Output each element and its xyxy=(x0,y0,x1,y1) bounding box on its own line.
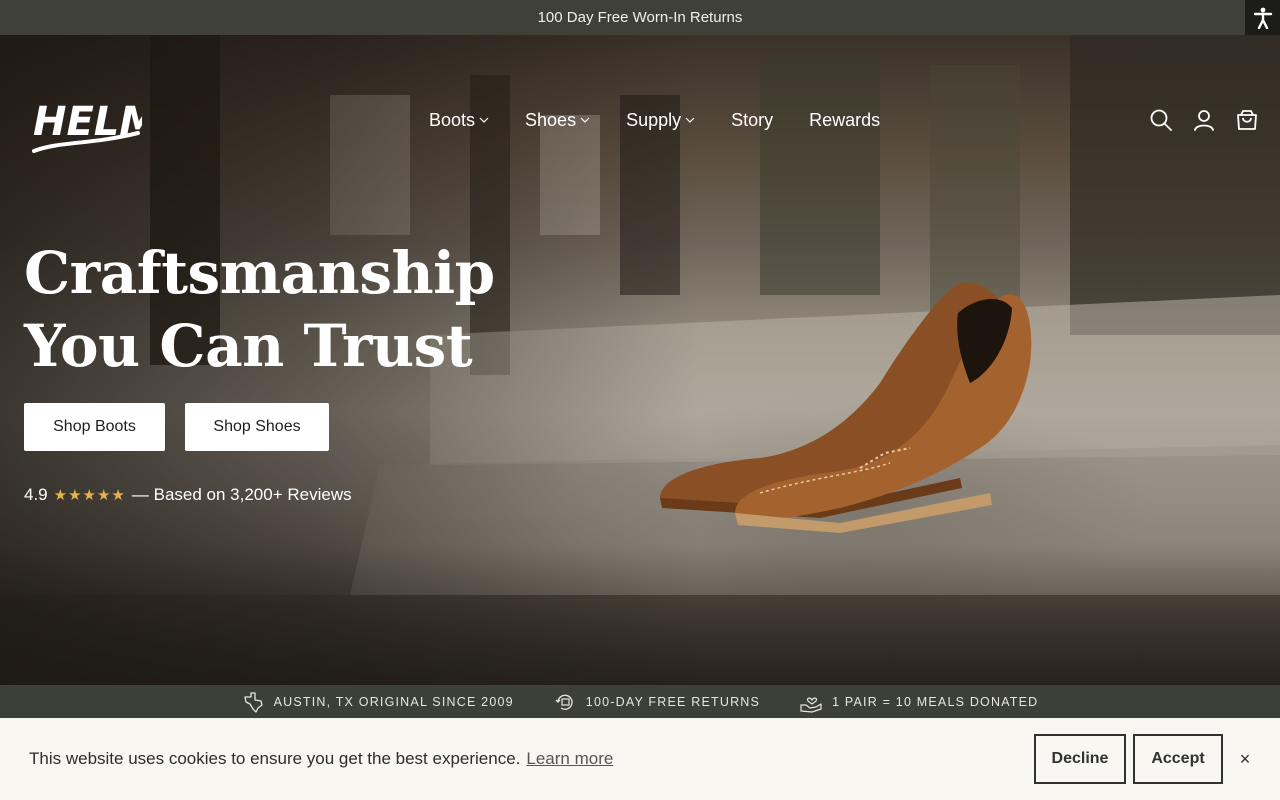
accessibility-icon xyxy=(1253,7,1272,29)
nav-label: Supply xyxy=(626,109,682,130)
hero-title-line1: Craftsmanship xyxy=(24,239,495,307)
cart-button[interactable] xyxy=(1235,108,1258,131)
rating-stars: ★★★★★ xyxy=(53,487,126,504)
review-rating: 4.9 ★★★★★ — Based on 3,200+ Reviews xyxy=(24,485,352,505)
nav-item-story[interactable]: Story xyxy=(731,108,773,132)
helm-logo[interactable]: HELM xyxy=(30,89,142,153)
nav-label: Boots xyxy=(429,109,476,130)
cookie-banner: This website uses cookies to ensure you … xyxy=(0,718,1280,800)
accessibility-button[interactable] xyxy=(1245,0,1280,35)
hero-cta-row: Shop Boots Shop Shoes xyxy=(24,403,329,451)
account-icon xyxy=(1193,109,1214,131)
account-button[interactable] xyxy=(1192,108,1215,131)
nav-item-shoes[interactable]: Shoes xyxy=(525,108,590,132)
close-icon[interactable]: × xyxy=(1237,750,1253,768)
announcement-bar: 100 Day Free Worn-In Returns xyxy=(0,0,1280,35)
nav-label: Rewards xyxy=(809,109,881,130)
feature-donation: 1 PAIR = 10 MEALS DONATED xyxy=(800,691,1038,713)
rating-value: 4.9 xyxy=(24,485,48,504)
nav-item-boots[interactable]: Boots xyxy=(429,108,489,132)
chevron-down-icon xyxy=(479,117,489,123)
cookie-message-row: This website uses cookies to ensure you … xyxy=(29,749,613,769)
chevron-down-icon xyxy=(685,117,695,123)
hero-title-line2: You Can Trust xyxy=(24,312,473,380)
nav-label: Story xyxy=(731,109,774,130)
main-nav: Boots Shoes Supply Story Rewards xyxy=(429,108,880,132)
search-button[interactable] xyxy=(1149,108,1172,131)
logo-text: HELM xyxy=(33,99,142,145)
cookie-message: This website uses cookies to ensure you … xyxy=(29,749,521,768)
hero-banner: HELM Boots Shoes Supply Story Rewards xyxy=(0,35,1280,685)
shop-boots-button[interactable]: Shop Boots xyxy=(24,403,165,451)
cart-icon xyxy=(1236,109,1257,130)
nav-item-supply[interactable]: Supply xyxy=(626,108,695,132)
chevron-down-icon xyxy=(580,117,590,123)
nav-item-rewards[interactable]: Rewards xyxy=(809,108,880,132)
search-icon xyxy=(1150,109,1172,131)
loafer-shoe-image xyxy=(660,282,1032,533)
announcement-text: 100 Day Free Worn-In Returns xyxy=(537,9,743,26)
header-actions xyxy=(1149,108,1258,131)
returns-icon xyxy=(555,694,573,710)
feature-label: 1 PAIR = 10 MEALS DONATED xyxy=(832,694,1039,709)
shop-shoes-button[interactable]: Shop Shoes xyxy=(185,403,329,451)
donation-icon xyxy=(800,697,822,713)
feature-label: AUSTIN, TX ORIGINAL SINCE 2009 xyxy=(273,694,514,709)
learn-more-link[interactable]: Learn more xyxy=(526,749,613,769)
hero-title: Craftsmanship You Can Trust xyxy=(24,237,495,383)
decline-button[interactable]: Decline xyxy=(1034,734,1126,784)
feature-label: 100-DAY FREE RETURNS xyxy=(585,694,761,709)
accept-button[interactable]: Accept xyxy=(1133,734,1223,784)
rating-text: — Based on 3,200+ Reviews xyxy=(131,485,352,504)
feature-returns: 100-DAY FREE RETURNS xyxy=(554,691,760,713)
feature-austin: AUSTIN, TX ORIGINAL SINCE 2009 xyxy=(242,691,514,713)
nav-label: Shoes xyxy=(525,109,577,130)
texas-icon xyxy=(243,691,263,713)
hero-bottom-shade xyxy=(0,545,1280,685)
feature-strip: AUSTIN, TX ORIGINAL SINCE 2009 100-DAY F… xyxy=(0,685,1280,718)
